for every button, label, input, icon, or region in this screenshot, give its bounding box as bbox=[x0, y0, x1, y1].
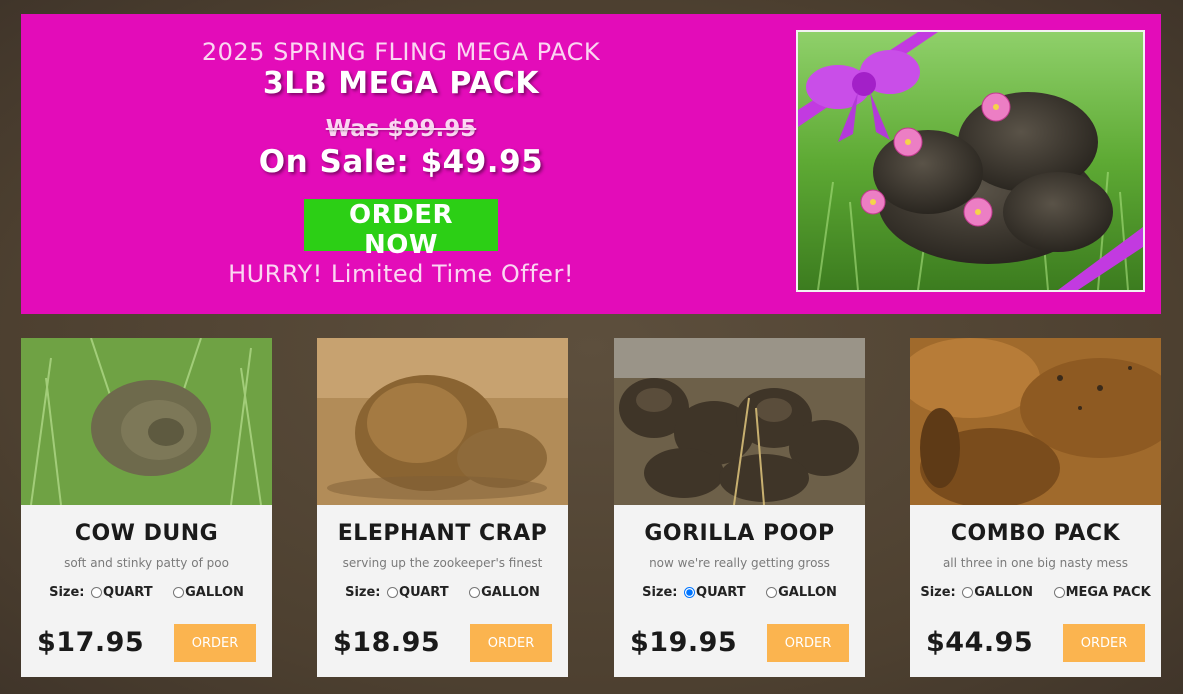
product-price: $19.95 bbox=[630, 627, 738, 658]
order-button[interactable]: ORDER bbox=[1063, 624, 1145, 662]
order-button[interactable]: ORDER bbox=[174, 624, 256, 662]
gorilla-poop-image[interactable] bbox=[614, 338, 865, 505]
size-option-label: QUART bbox=[696, 585, 746, 600]
size-selector: Size: QUART GALLON bbox=[614, 585, 865, 600]
size-radio-gallon[interactable] bbox=[173, 587, 185, 598]
size-selector: Size: GALLON MEGA PACK bbox=[910, 585, 1161, 600]
order-button[interactable]: ORDER bbox=[470, 624, 552, 662]
size-radio-gallon[interactable] bbox=[766, 587, 778, 598]
size-label: Size: bbox=[642, 585, 678, 600]
size-radio-gallon[interactable] bbox=[469, 587, 481, 598]
promo-banner: 2025 SPRING FLING MEGA PACK 3LB MEGA PAC… bbox=[21, 14, 1161, 314]
product-card-combo-pack: COMBO PACK all three in one big nasty me… bbox=[910, 338, 1161, 677]
cow-dung-image[interactable] bbox=[21, 338, 272, 505]
product-name: GORILLA POOP bbox=[644, 521, 835, 546]
product-name: COW DUNG bbox=[74, 521, 219, 546]
promo-subtitle: 2025 SPRING FLING MEGA PACK bbox=[201, 38, 601, 66]
size-selector: Size: QUART GALLON bbox=[317, 585, 568, 600]
product-card-cow-dung: COW DUNG soft and stinky patty of poo Si… bbox=[21, 338, 272, 677]
elephant-crap-image[interactable] bbox=[317, 338, 568, 505]
size-radio-quart[interactable] bbox=[91, 587, 103, 598]
product-description: now we're really getting gross bbox=[649, 556, 830, 570]
size-radio-mega-pack[interactable] bbox=[1053, 587, 1065, 598]
size-label: Size: bbox=[345, 585, 381, 600]
product-price: $17.95 bbox=[37, 627, 145, 658]
promo-title: 3LB MEGA PACK bbox=[262, 66, 540, 101]
promo-text: 2025 SPRING FLING MEGA PACK 3LB MEGA PAC… bbox=[21, 14, 781, 314]
size-label: Size: bbox=[49, 585, 85, 600]
product-price: $18.95 bbox=[333, 627, 441, 658]
product-description: all three in one big nasty mess bbox=[942, 556, 1129, 570]
order-button[interactable]: ORDER bbox=[767, 624, 849, 662]
mega-pack-image[interactable] bbox=[796, 30, 1145, 292]
limited-offer-text: HURRY! Limited Time Offer! bbox=[228, 260, 574, 288]
product-card-gorilla-poop: GORILLA POOP now we're really getting gr… bbox=[614, 338, 865, 677]
size-option-label: GALLON bbox=[481, 585, 540, 600]
product-name: ELEPHANT CRAP bbox=[337, 521, 548, 546]
size-label: Size: bbox=[920, 585, 956, 600]
size-radio-gallon[interactable] bbox=[962, 587, 974, 598]
sale-price: On Sale: $49.95 bbox=[258, 144, 544, 180]
product-name: COMBO PACK bbox=[950, 521, 1121, 546]
size-option-label: GALLON bbox=[974, 585, 1034, 600]
product-price: $44.95 bbox=[926, 627, 1034, 658]
original-price: Was $99.95 bbox=[325, 116, 477, 142]
product-description: serving up the zookeeper's finest bbox=[342, 556, 543, 570]
size-option-label: GALLON bbox=[185, 585, 244, 600]
product-description: soft and stinky patty of poo bbox=[64, 556, 229, 570]
size-option-label: GALLON bbox=[778, 585, 837, 600]
size-option-label: QUART bbox=[399, 585, 449, 600]
order-now-button[interactable]: ORDER NOW bbox=[304, 199, 498, 260]
size-radio-quart[interactable] bbox=[684, 587, 696, 598]
size-selector: Size: QUART GALLON bbox=[21, 585, 272, 600]
combo-pack-image[interactable] bbox=[910, 338, 1161, 505]
size-radio-quart[interactable] bbox=[387, 587, 399, 598]
product-card-elephant-crap: ELEPHANT CRAP serving up the zookeeper's… bbox=[317, 338, 568, 677]
size-option-label: QUART bbox=[103, 585, 153, 600]
size-option-label: MEGA PACK bbox=[1065, 585, 1151, 600]
